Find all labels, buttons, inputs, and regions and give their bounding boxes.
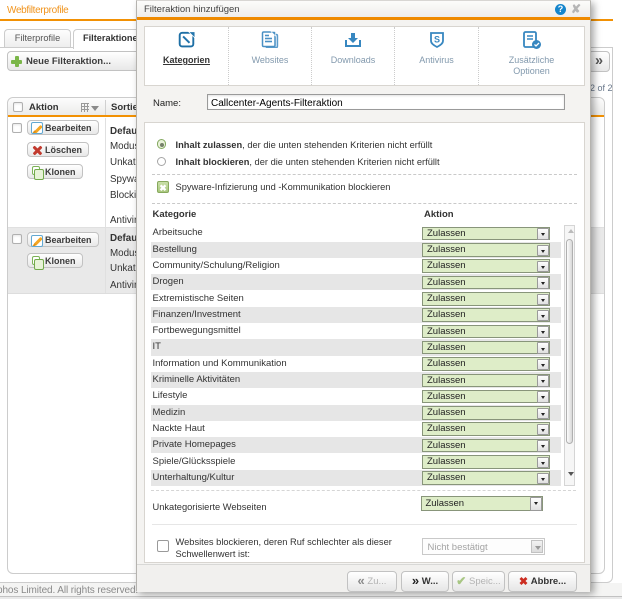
svg-text:S: S — [433, 35, 439, 45]
